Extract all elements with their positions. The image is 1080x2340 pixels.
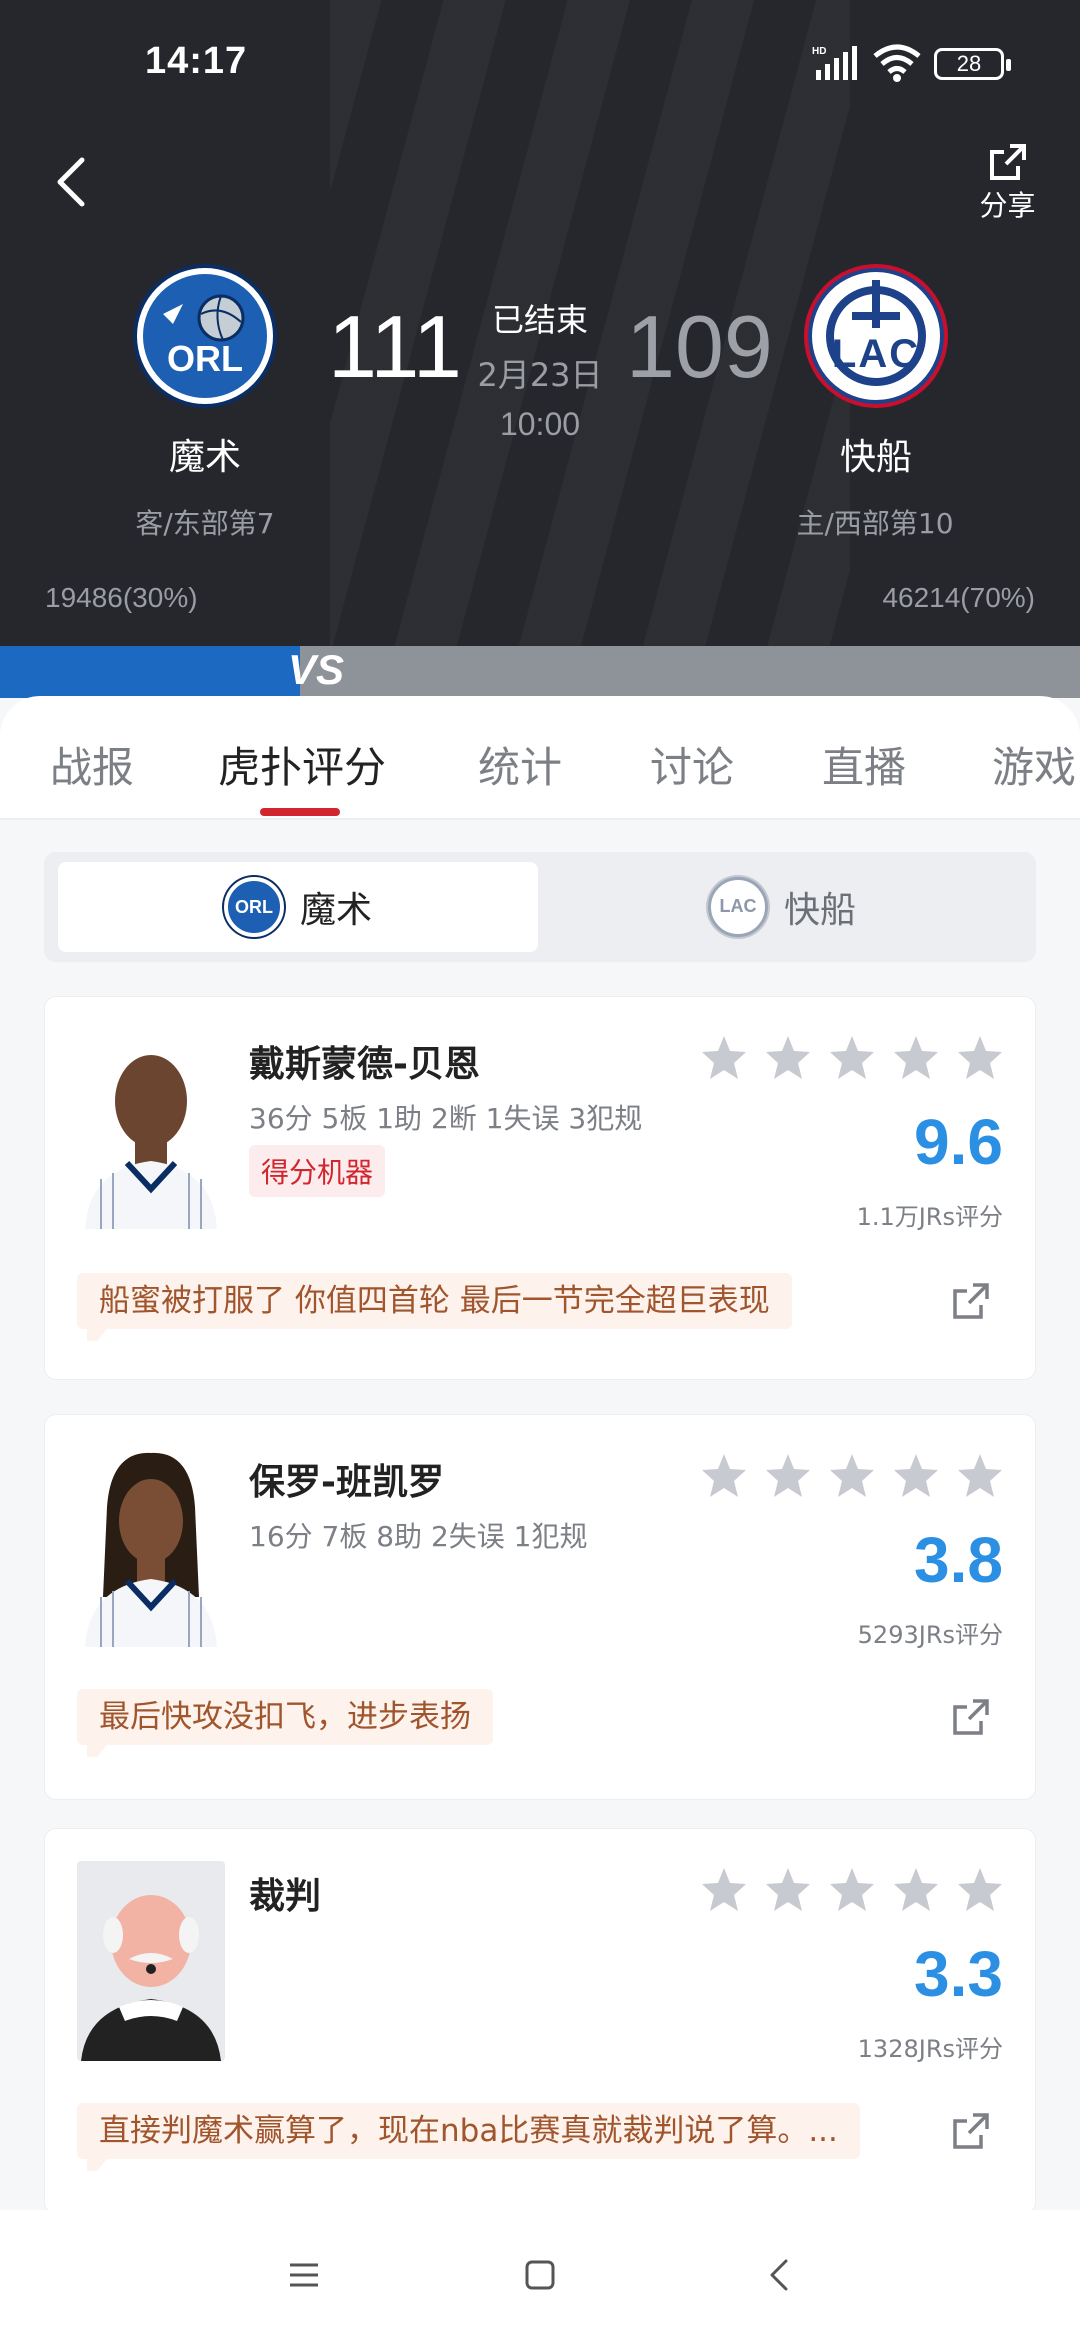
star-rating-input[interactable] [699,1865,1005,1915]
game-status: 已结束 [491,301,588,339]
star-icon[interactable] [699,1865,749,1915]
tab-live[interactable]: 直播 [822,734,906,795]
player-card[interactable]: 裁判 3.3 1328JRs评分 直接判魔术赢算了，现在nba比赛真就裁判说了算… [44,1828,1036,2214]
tab-bar: 战报 虎扑评分 统计 讨论 直播 游戏 [0,696,1080,820]
player-stats: 36分 5板 1助 2断 1失误 3犯规 [249,1102,643,1135]
player-name: 戴斯蒙德-贝恩 [249,1044,480,1085]
tab-hupu-rating[interactable]: 虎扑评分 [218,734,386,795]
signal-icon: HD [812,46,857,80]
system-nav-bar [0,2210,1080,2340]
home-icon[interactable] [520,2255,560,2295]
home-support-count: 46214(70%) [882,582,1035,613]
tab-report[interactable]: 战报 [50,734,134,795]
player-name: 保罗-班凯罗 [249,1462,444,1503]
home-team-rank: 主/西部第10 [796,507,954,540]
orl-mini-logo: ORL [223,877,284,937]
player-tag: 得分机器 [249,1145,386,1197]
player-rating: 9.6 [914,1106,1003,1178]
player-rating: 3.3 [914,1938,1003,2010]
game-header: 14:17 HD 28 分享 ORL LAC 111 已结束 2月23日 10:… [0,0,1080,646]
player-photo [77,1447,225,1647]
star-icon[interactable] [955,1451,1005,1501]
star-icon[interactable] [827,1451,877,1501]
top-comment[interactable]: 直接判魔术赢算了，现在nba比赛真就裁判说了算。... [77,2103,860,2171]
team-switch-orl-label: 魔术 [299,890,372,931]
team-switch: ORL 魔术 LAC 快船 [44,852,1036,962]
back-icon[interactable] [760,2255,800,2295]
status-bar: 14:17 HD 28 [0,0,1080,120]
home-score: 109 [626,297,773,396]
player-name: 裁判 [249,1876,322,1917]
star-icon[interactable] [955,1865,1005,1915]
rating-content: ORL 魔术 LAC 快船 戴斯蒙德-贝恩 36分 5板 1助 2断 1失误 3… [0,820,1080,2214]
external-link-icon[interactable] [951,2111,991,2151]
share-label: 分享 [979,189,1036,222]
svg-text:HD: HD [812,46,826,57]
star-icon[interactable] [891,1033,941,1083]
share-button[interactable]: 分享 [970,142,1045,232]
player-stats: 16分 7板 8助 2失误 1犯规 [249,1520,588,1553]
rating-count: 1328JRs评分 [857,2035,1003,2063]
team-switch-lac-label: 快船 [783,890,856,931]
tab-discussion[interactable]: 讨论 [650,734,734,795]
support-ratio-bar: VS [0,646,1080,698]
star-rating-input[interactable] [699,1033,1005,1083]
status-time: 14:17 [145,40,248,82]
share-icon [989,144,1026,180]
star-icon[interactable] [955,1033,1005,1083]
away-support-fill [0,646,300,698]
tab-stats[interactable]: 统计 [478,734,562,795]
top-comment[interactable]: 最后快攻没扣飞，进步表扬 [77,1689,493,1757]
star-icon[interactable] [763,1865,813,1915]
star-icon[interactable] [891,1865,941,1915]
rating-count: 5293JRs评分 [857,1621,1003,1649]
game-time: 10:00 [499,406,581,442]
orl-logo-text: ORL [167,338,243,379]
away-team-name[interactable]: 魔术 [75,428,335,480]
external-link-icon[interactable] [951,1697,991,1737]
star-icon[interactable] [763,1033,813,1083]
active-tab-indicator [260,808,340,816]
player-card[interactable]: 戴斯蒙德-贝恩 36分 5板 1助 2断 1失误 3犯规 得分机器 9.6 1.… [44,996,1036,1380]
star-icon[interactable] [827,1033,877,1083]
referee-avatar [77,1861,225,2061]
player-card[interactable]: 保罗-班凯罗 16分 7板 8助 2失误 1犯规 3.8 5293JRs评分 最… [44,1414,1036,1800]
team-switch-lac[interactable]: LAC 快船 [542,862,1022,952]
team-switch-orl[interactable]: ORL 魔术 [58,862,538,952]
vs-label: VS [288,646,345,693]
lac-team-logo[interactable]: LAC [808,268,944,404]
rating-count: 1.1万JRs评分 [856,1203,1003,1231]
star-icon[interactable] [891,1451,941,1501]
game-date: 2月23日 [477,356,603,394]
player-rating: 3.8 [914,1524,1003,1596]
top-comment[interactable]: 船蜜被打服了 你值四首轮 最后一节完全超巨表现 [77,1273,792,1341]
battery-icon: 28 [934,48,1011,80]
back-arrow-icon[interactable] [50,152,90,212]
away-team-rank: 客/东部第7 [135,507,275,540]
lac-logo-text: LAC [831,332,921,376]
player-photo [77,1029,225,1229]
lac-mini-logo: LAC [707,877,768,937]
external-link-icon[interactable] [951,1281,991,1321]
star-icon[interactable] [699,1033,749,1083]
star-icon[interactable] [827,1865,877,1915]
tab-game[interactable]: 游戏 [992,734,1076,795]
home-team-name[interactable]: 快船 [746,428,1006,480]
star-rating-input[interactable] [699,1451,1005,1501]
wifi-icon [873,44,921,82]
star-icon[interactable] [699,1451,749,1501]
star-icon[interactable] [763,1451,813,1501]
menu-icon[interactable] [284,2255,324,2295]
orl-team-logo[interactable]: ORL [137,268,273,404]
away-support-count: 19486(30%) [45,582,198,613]
